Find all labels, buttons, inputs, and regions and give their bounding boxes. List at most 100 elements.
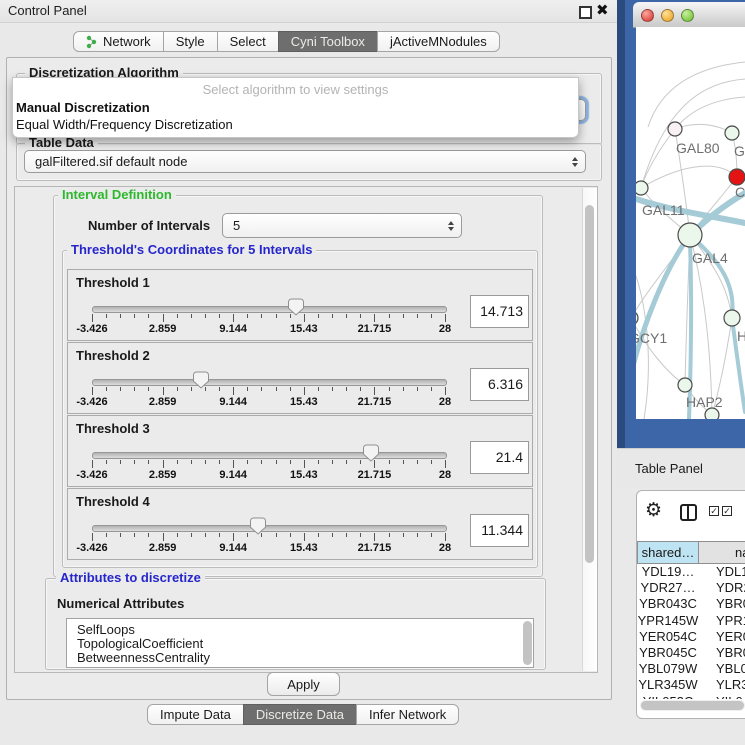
cell-shared-name: YPR145W bbox=[637, 613, 699, 629]
network-node-label: GAL11 bbox=[642, 202, 685, 218]
cell-name: YBL0 bbox=[699, 661, 745, 677]
cell-shared-name: YDL19… bbox=[637, 564, 699, 580]
combo-arrows-icon bbox=[572, 157, 578, 167]
vertical-scrollbar-thumb[interactable] bbox=[585, 205, 594, 563]
network-node[interactable] bbox=[725, 126, 739, 140]
tick-label: 21.715 bbox=[358, 323, 392, 335]
mac-zoom-icon[interactable] bbox=[681, 9, 694, 22]
threshold-slider-track[interactable] bbox=[92, 306, 447, 313]
tab-select[interactable]: Select bbox=[217, 31, 279, 52]
horizontal-scrollbar[interactable] bbox=[640, 700, 745, 711]
vertical-scrollbar[interactable] bbox=[582, 188, 597, 671]
tab-label: Discretize Data bbox=[256, 707, 344, 722]
tick-label: 28 bbox=[439, 542, 451, 554]
table-row[interactable]: YIL052CYIL0 bbox=[637, 694, 745, 700]
table-row[interactable]: YPR145WYPR1 bbox=[637, 613, 745, 629]
tab-impute-data[interactable]: Impute Data bbox=[147, 704, 244, 725]
slider-tick-labels: -3.4262.8599.14415.4321.71528 bbox=[92, 323, 446, 335]
network-window-titlebar[interactable] bbox=[633, 2, 745, 28]
table-header: shared… name bbox=[637, 541, 745, 564]
apply-button[interactable]: Apply bbox=[267, 672, 340, 696]
horizontal-scrollbar-thumb[interactable] bbox=[641, 701, 744, 710]
number-of-intervals-label: Number of Intervals bbox=[88, 218, 210, 233]
network-node[interactable] bbox=[636, 311, 638, 325]
network-node[interactable] bbox=[678, 378, 692, 392]
tick-label: 2.859 bbox=[149, 469, 177, 481]
tab-style[interactable]: Style bbox=[163, 31, 218, 52]
threshold-value-field[interactable]: 11.344 bbox=[470, 514, 529, 547]
dropdown-option-manual[interactable]: Manual Discretization bbox=[13, 99, 578, 116]
dropdown-option-equal-width[interactable]: Equal Width/Frequency Discretization bbox=[13, 116, 578, 133]
control-panel-title: Control Panel bbox=[8, 3, 87, 18]
network-node[interactable] bbox=[636, 181, 648, 195]
table-row[interactable]: YBL079WYBL0 bbox=[637, 661, 745, 677]
checkbox-icon[interactable]: ✓ bbox=[709, 506, 719, 516]
network-node-label: GAL4 bbox=[692, 250, 728, 266]
mac-close-icon[interactable] bbox=[641, 9, 654, 22]
table-row[interactable]: YDL19…YDL1 bbox=[637, 564, 745, 580]
list-scrollbar-thumb[interactable] bbox=[523, 621, 532, 665]
attribute-list-item[interactable]: TopologicalCoefficient bbox=[67, 637, 533, 651]
gear-icon[interactable]: ⚙ bbox=[645, 501, 662, 520]
network-node-label: C bbox=[735, 184, 745, 200]
column-header-name[interactable]: name bbox=[699, 541, 745, 564]
cell-name: YBR0 bbox=[699, 645, 745, 661]
threshold-slider-track[interactable] bbox=[92, 379, 447, 386]
top-tab-bar: NetworkStyle Select Cyni Toolbox jActiveMNo… bbox=[73, 31, 500, 52]
number-of-intervals-combobox[interactable]: 5 bbox=[222, 213, 462, 238]
threshold-label: Threshold 2 bbox=[76, 348, 150, 363]
column-layout-icon[interactable] bbox=[680, 504, 697, 521]
network-node[interactable] bbox=[729, 169, 745, 185]
network-node[interactable] bbox=[678, 223, 702, 247]
threshold-value-field[interactable]: 14.713 bbox=[470, 295, 529, 328]
tick-label: -3.426 bbox=[76, 323, 107, 335]
attribute-list-item[interactable]: BetweennessCentrality bbox=[67, 651, 533, 665]
table-panel-title: Table Panel bbox=[635, 461, 703, 476]
tab-cyni-toolbox[interactable]: Cyni Toolbox bbox=[278, 31, 378, 52]
threshold-slider-track[interactable] bbox=[92, 452, 447, 459]
cell-name: YIL0 bbox=[699, 694, 745, 700]
slider-ticks bbox=[92, 387, 446, 396]
tab-label: Impute Data bbox=[160, 707, 231, 722]
table-row[interactable]: YDR27…YDR2 bbox=[637, 580, 745, 596]
cell-shared-name: YDR27… bbox=[637, 580, 699, 596]
cell-name: YDL1 bbox=[699, 564, 745, 580]
attributes-group: Attributes to discretize Numerical Attri… bbox=[45, 578, 546, 670]
tab-jactivemnodules[interactable]: jActiveMNodules bbox=[377, 31, 500, 52]
table-row[interactable]: YER054CYER0 bbox=[637, 629, 745, 645]
table-data-combobox[interactable]: galFiltered.sif default node bbox=[24, 150, 586, 173]
table-row[interactable]: YBR045CYBR0 bbox=[637, 645, 745, 661]
tab-discretize-data[interactable]: Discretize Data bbox=[243, 704, 357, 725]
float-window-icon[interactable] bbox=[579, 6, 592, 19]
tab-label: Cyni Toolbox bbox=[291, 34, 365, 49]
tab-network[interactable]: Network bbox=[73, 31, 164, 52]
table-row[interactable]: YBR043CYBR0 bbox=[637, 596, 745, 612]
tab-infer-network[interactable]: Infer Network bbox=[356, 704, 459, 725]
attribute-list-item[interactable]: SelfLoops bbox=[67, 619, 533, 637]
threshold-value-field[interactable]: 21.4 bbox=[470, 441, 529, 474]
checkbox-icon[interactable]: ✓ bbox=[722, 506, 732, 516]
tick-label: -3.426 bbox=[76, 542, 107, 554]
column-header-shared-name[interactable]: shared… bbox=[637, 541, 699, 564]
table-data-combobox-value: galFiltered.sif default node bbox=[35, 154, 187, 169]
table-row[interactable]: YLR345WYLR3 bbox=[637, 677, 745, 693]
mac-minimize-icon[interactable] bbox=[661, 9, 674, 22]
threshold-slider-track[interactable] bbox=[92, 525, 447, 532]
network-node-label: GCY1 bbox=[636, 330, 667, 346]
tick-label: 15.43 bbox=[290, 396, 318, 408]
tick-label: 2.859 bbox=[149, 323, 177, 335]
tick-label: -3.426 bbox=[76, 396, 107, 408]
slider-ticks bbox=[92, 460, 446, 469]
cell-shared-name: YIL052C bbox=[637, 694, 699, 700]
close-icon[interactable]: ✖ bbox=[596, 1, 609, 19]
network-node-label: GAL bbox=[734, 143, 745, 159]
threshold-value-field[interactable]: 6.316 bbox=[470, 368, 529, 401]
tick-label: 28 bbox=[439, 396, 451, 408]
algorithm-dropdown-popup: Select algorithm to view settings Manual… bbox=[12, 77, 579, 138]
network-node[interactable] bbox=[668, 122, 682, 136]
threshold-item: Threshold 3 -3.4262.8599.14415.4321.7152… bbox=[67, 415, 533, 487]
network-canvas[interactable]: GAL80GALCGAL11GAL4GCY1HHAP2 bbox=[636, 27, 745, 419]
tab-label: Select bbox=[230, 34, 266, 49]
network-node[interactable] bbox=[724, 310, 740, 326]
numerical-attributes-list[interactable]: SelfLoopsTopologicalCoefficientBetweenne… bbox=[66, 618, 534, 668]
